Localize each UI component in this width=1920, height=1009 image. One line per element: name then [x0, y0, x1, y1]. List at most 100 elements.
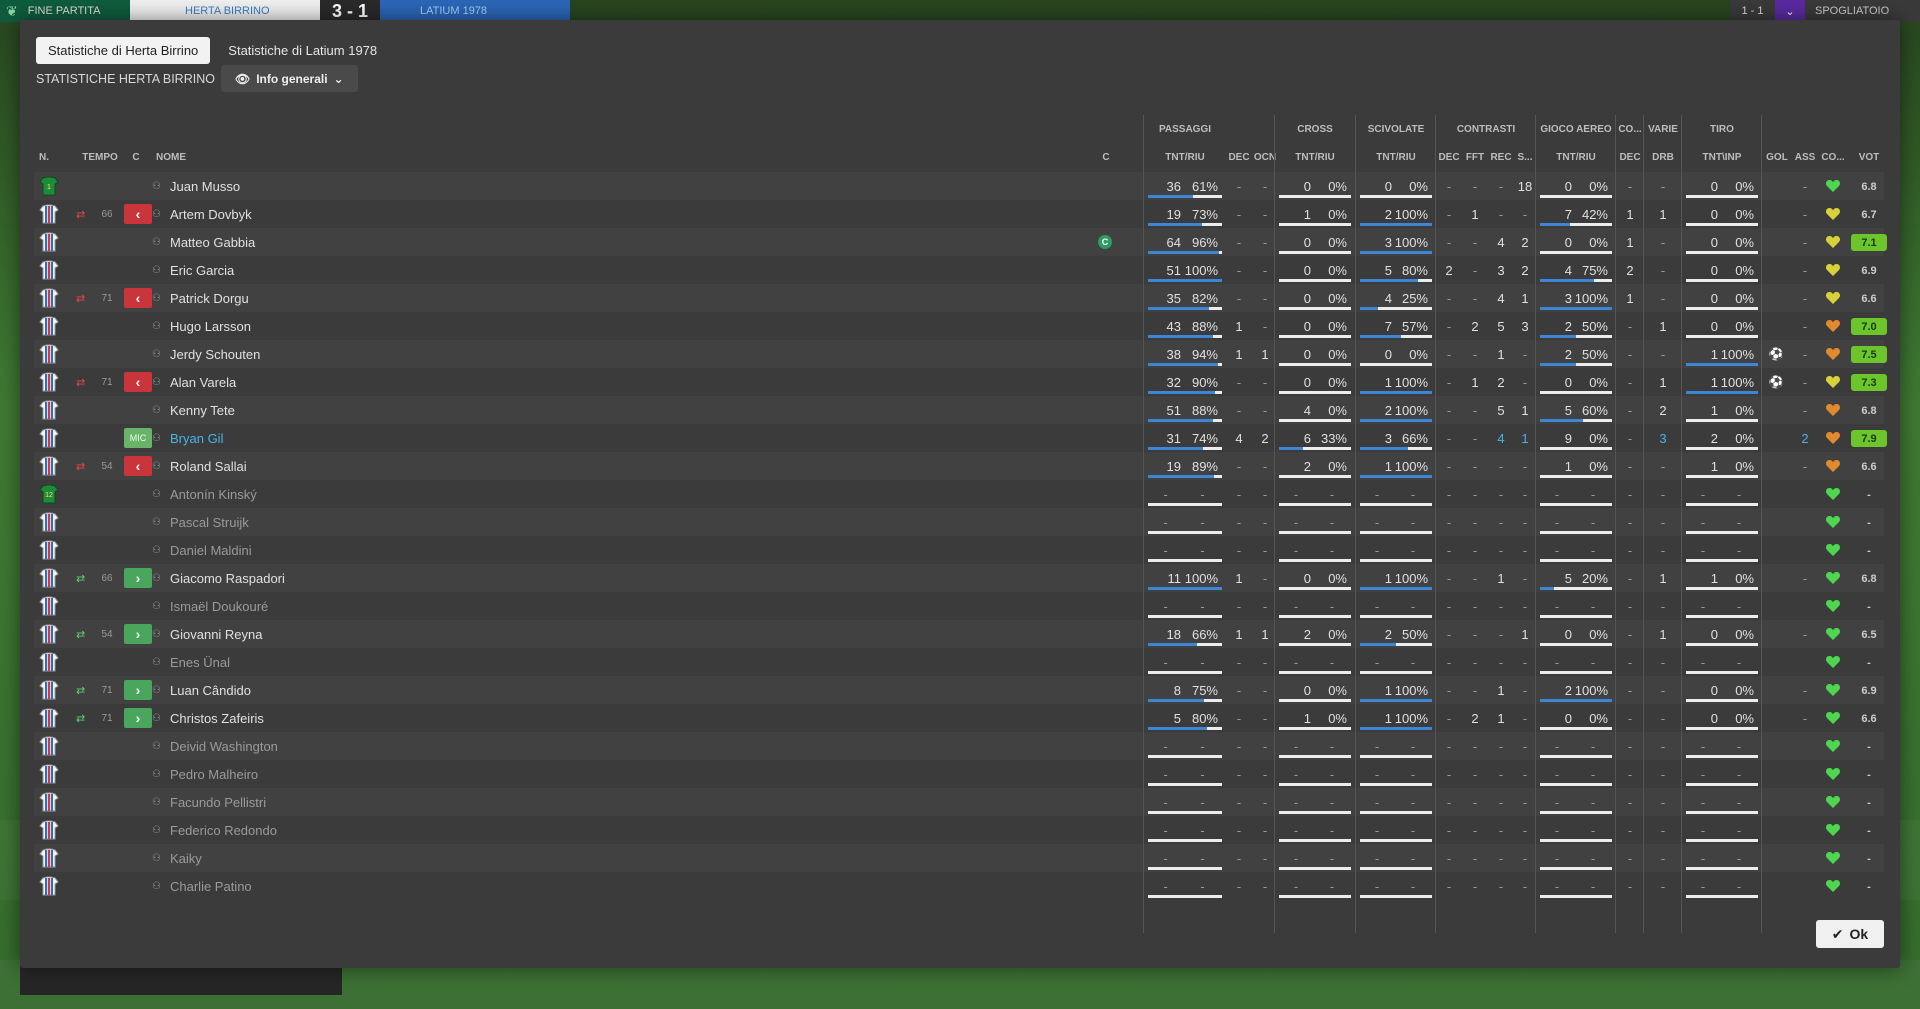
sub-out-chevron-icon[interactable]: ‹ [124, 372, 152, 392]
player-name[interactable]: Giovanni Reyna [170, 620, 470, 648]
player-name[interactable]: Eric Garcia [170, 256, 470, 284]
table-row[interactable]: ⚇ Daniel Maldini - - - - - - - - - - - - - - - - - - - [34, 536, 1884, 564]
table-row[interactable]: ⚇ Kenny Tete 51 88% - -4 0% 2 100% - -5 1 5 60% -2 1 0% -… [34, 396, 1884, 424]
dressing-room-button[interactable]: SPOGLIATOIO [1805, 0, 1920, 22]
col-chal-dec[interactable]: DEC [1436, 152, 1462, 163]
player-name[interactable]: Patrick Dorgu [170, 284, 470, 312]
col-name[interactable]: NOME [156, 152, 196, 163]
player-name[interactable]: Kaiky [170, 844, 470, 872]
table-row[interactable]: ⚇ Facundo Pellistri - - - - - - - - - - - - - - - - - - - [34, 788, 1884, 816]
table-row[interactable]: ⇄ 66 ‹ ⚇ Artem Dovbyk 19 73% - -1 0% 2 100% -1- -7 42%… [34, 200, 1884, 228]
col-pass-tnt[interactable]: TNT/RIU [1144, 152, 1226, 163]
table-row[interactable]: ⇄ 66 › ⚇ Giacomo Raspadori 11 100% 1-0 0% 1 100% - -… [34, 564, 1884, 592]
player-name[interactable]: Enes Ünal [170, 648, 470, 676]
match-end-tab[interactable]: ❦ FINE PARTITA [0, 0, 130, 22]
table-row[interactable]: ⚇ Hugo Larsson 43 88% 1-0 0% 7 57% -2 5 3 2 50% -1 0 0%… [34, 312, 1887, 340]
col-vote[interactable]: VOT [1852, 152, 1886, 163]
expand-button[interactable]: ⌄ [1775, 0, 1805, 22]
table-row[interactable]: ⚇ Pedro Malheiro - - - - - - - - - - - - - - - - - - - [34, 760, 1884, 788]
player-name[interactable]: Roland Sallai [170, 452, 470, 480]
tab-home-stats[interactable]: Statistiche di Herta Birrino [36, 37, 211, 64]
tab-away-stats[interactable]: Statistiche di Latium 1978 [216, 37, 389, 64]
col-cross-tnt[interactable]: TNT/RIU [1275, 152, 1355, 163]
player-name[interactable]: Juan Musso [170, 172, 470, 200]
col-c[interactable]: C [126, 152, 146, 163]
player-name[interactable]: Jerdy Schouten [170, 340, 470, 368]
challenge-cofft: - [1472, 514, 1478, 530]
table-row[interactable]: ⚇ Enes Ünal - - - - - - - - - - - - - - - - - - - [34, 648, 1884, 676]
pass-dec: - [1236, 542, 1242, 558]
player-name[interactable]: Antonín Kinský [170, 480, 470, 508]
table-row[interactable]: ⇄ 71 ‹ ⚇ Alan Varela 32 90% - -0 0% 1 100% -1 2-0 0% -1… [34, 368, 1887, 396]
goal-ball-icon: ⚽ [1768, 347, 1784, 361]
sub-in-chevron-icon[interactable]: › [124, 624, 152, 644]
table-row[interactable]: ⚇ Pascal Struijk - - - - - - - - - - - - - - - - - - - [34, 508, 1884, 536]
table-row[interactable]: ⚇ Ismaël Doukouré - - - - - - - - - - - - - - - - - - - [34, 592, 1884, 620]
player-name[interactable]: Artem Dovbyk [170, 200, 470, 228]
table-row[interactable]: ⇄ 54 ‹ ⚇ Roland Sallai 19 89% - -2 0% 1 100% - - - -1 0%… [34, 452, 1884, 480]
table-row[interactable]: ⚇ Eric Garcia 51 100% - -0 0% 5 80% 2-3 2 4 75% 2-0 0%… [34, 256, 1884, 284]
player-name[interactable]: Hugo Larsson [170, 312, 470, 340]
col-time[interactable]: TEMPO [78, 152, 122, 163]
sub-out-chevron-icon[interactable]: ‹ [124, 204, 152, 224]
table-row[interactable]: ⚇ Kaiky - - - - - - - - - - - - - - - - - - - [34, 844, 1884, 872]
table-row[interactable]: ⚇ Deivid Washington - - - - - - - - - - - - - - - - - - - [34, 732, 1884, 760]
sub-out-chevron-icon[interactable]: ‹ [124, 288, 152, 308]
table-row[interactable]: ⚇ Jerdy Schouten 38 94% 1 1 0 0% 0 0% - -1-2 50% - -1 1… [34, 340, 1887, 368]
table-row[interactable]: ⚇ Charlie Patino - - - - - - - - - - - - - - - - - - - [34, 872, 1884, 900]
home-team[interactable]: HERTA BIRRINO [130, 0, 320, 22]
col-number[interactable]: N. [34, 152, 54, 163]
sub-out-chevron-icon[interactable]: ‹ [124, 456, 152, 476]
col-chal-fft[interactable]: FFT [1462, 152, 1488, 163]
table-row[interactable]: 1 ⚇ Juan Musso 36 61% - -0 0% 0 0% - - -18 0 0% - -0 0% -6… [34, 172, 1884, 200]
player-name[interactable]: Facundo Pellistri [170, 788, 470, 816]
player-name[interactable]: Kenny Tete [170, 396, 470, 424]
player-name[interactable]: Matteo Gabbia [170, 228, 470, 256]
table-row[interactable]: ⇄ 71 › ⚇ Luan Cândido 8 75% - -0 0% 1 100% - -1-2 100%… [34, 676, 1884, 704]
cross-bar [1279, 251, 1351, 254]
shots-bar [1686, 643, 1758, 646]
col-drb[interactable]: DRB [1644, 152, 1682, 163]
col-aerial-tnt[interactable]: TNT/RIU [1536, 152, 1616, 163]
player-name[interactable]: Federico Redondo [170, 816, 470, 844]
player-name[interactable]: Deivid Washington [170, 732, 470, 760]
condition-heart-icon [1825, 178, 1841, 194]
col-co-dec[interactable]: DEC [1616, 152, 1644, 163]
col-assists[interactable]: ASS [1792, 152, 1818, 163]
table-row[interactable]: ⇄ 54 › ⚇ Giovanni Reyna 18 66% 1 1 2 0% 2 50% - - -1 0 0%… [34, 620, 1884, 648]
sub-in-chevron-icon[interactable]: › [124, 568, 152, 588]
player-name[interactable]: Ismaël Doukouré [170, 592, 470, 620]
player-name[interactable]: Alan Varela [170, 368, 470, 396]
table-row[interactable]: 12 ⚇ Antonín Kinský - - - - - - - - - - - - - - - - - - - [34, 480, 1884, 508]
player-name[interactable]: Luan Cândido [170, 676, 470, 704]
table-row[interactable]: ⚇ Matteo Gabbia C 64 96% - -0 0% 3 100% - -4 2 0 0% 1-0… [34, 228, 1887, 256]
player-name[interactable]: Pascal Struijk [170, 508, 470, 536]
col-captain[interactable]: C [1096, 152, 1116, 163]
player-name[interactable]: Daniel Maldini [170, 536, 470, 564]
sub-in-chevron-icon[interactable]: › [124, 708, 152, 728]
condition-heart-icon [1825, 766, 1841, 782]
col-condition[interactable]: CO... [1818, 152, 1848, 163]
table-row[interactable]: ⇄ 71 ‹ ⚇ Patrick Dorgu 35 82% - -0 0% 4 25% - -4 1 3 100… [34, 284, 1884, 312]
player-name[interactable]: Giacomo Raspadori [170, 564, 470, 592]
col-shot-tnt[interactable]: TNT\INP [1682, 152, 1762, 163]
ok-button[interactable]: ✔ Ok [1816, 920, 1884, 948]
person-icon: ⚇ [152, 208, 161, 220]
table-row[interactable]: MIC ⚇ Bryan Gil 31 74% 4 2 6 33% 3 66% - -4 1 9 0% -3 2 0%… [34, 424, 1887, 452]
col-chal-s[interactable]: S... [1514, 152, 1536, 163]
player-name[interactable]: Bryan Gil [170, 424, 470, 452]
player-name[interactable]: Charlie Patino [170, 872, 470, 900]
col-goals[interactable]: GOL [1762, 152, 1792, 163]
view-dropdown[interactable]: 👁 Info generali ⌄ [220, 65, 358, 92]
away-team[interactable]: LATIUM 1978 [380, 0, 570, 22]
sub-in-chevron-icon[interactable]: › [124, 680, 152, 700]
player-name[interactable]: Pedro Malheiro [170, 760, 470, 788]
col-chal-rec[interactable]: REC [1488, 152, 1514, 163]
group-challenges: CONTRASTI [1456, 124, 1516, 135]
table-row[interactable]: ⚇ Federico Redondo - - - - - - - - - - - - - - - - - - - [34, 816, 1884, 844]
player-name[interactable]: Christos Zafeiris [170, 704, 470, 732]
col-pass-dec[interactable]: DEC [1226, 152, 1252, 163]
col-tackle-tnt[interactable]: TNT/RIU [1356, 152, 1436, 163]
table-row[interactable]: ⇄ 71 › ⚇ Christos Zafeiris 5 80% - -1 0% 1 100% -2 1-… [34, 704, 1884, 732]
challenge-cofft: - [1472, 262, 1478, 278]
